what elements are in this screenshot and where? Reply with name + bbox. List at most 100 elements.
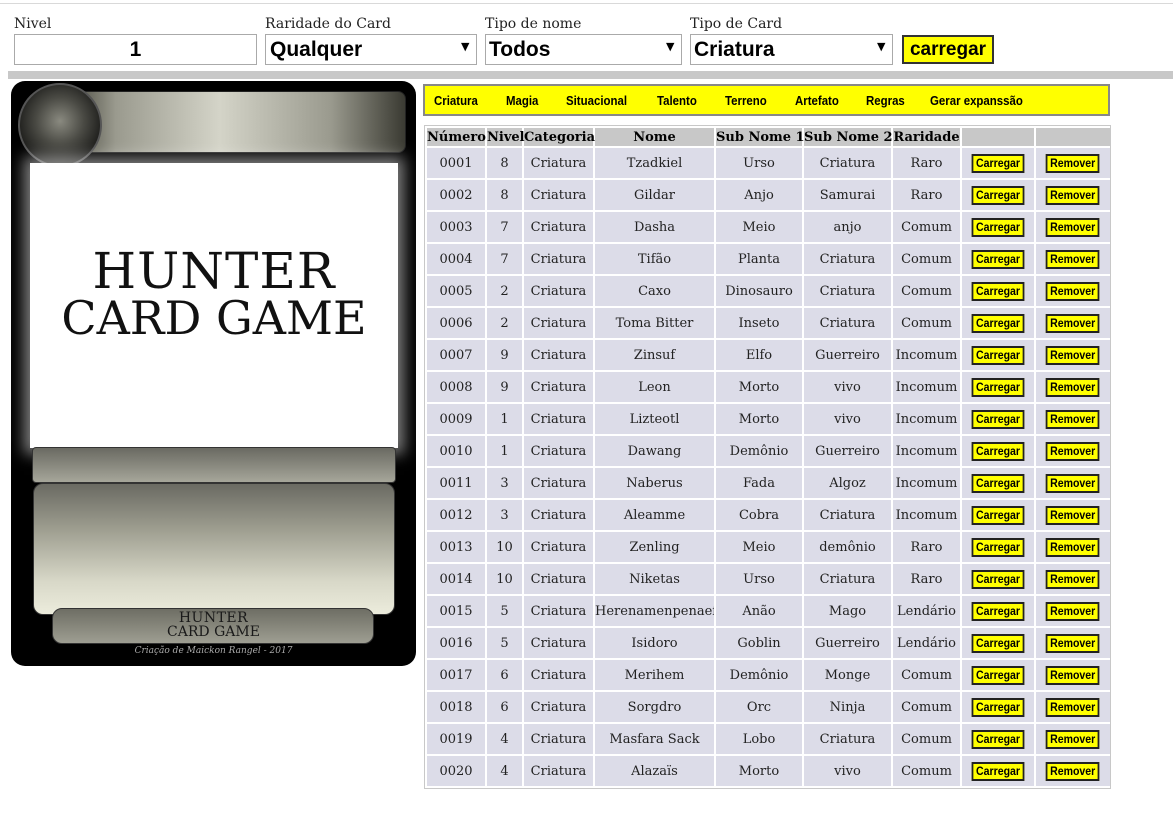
- nav-item-criatura[interactable]: Criatura: [434, 93, 478, 108]
- cell-numero: 0008: [427, 372, 485, 402]
- remover-row-button[interactable]: Remover: [1045, 281, 1100, 301]
- cell-nome: Gildar: [595, 180, 714, 210]
- cell-numero: 0003: [427, 212, 485, 242]
- carregar-row-button[interactable]: Carregar: [971, 313, 1025, 333]
- nav-item-magia[interactable]: Magia: [506, 93, 538, 108]
- carregar-row-button[interactable]: Carregar: [971, 473, 1025, 493]
- table-header-row: Número Nivel Categoria Nome Sub Nome 1 S…: [427, 128, 1110, 146]
- remover-row-button[interactable]: Remover: [1045, 377, 1100, 397]
- carregar-row-button[interactable]: Carregar: [971, 409, 1025, 429]
- nav-item-situacional[interactable]: Situacional: [566, 93, 627, 108]
- carregar-row-button[interactable]: Carregar: [971, 537, 1025, 557]
- remover-row-button[interactable]: Remover: [1045, 249, 1100, 269]
- col-header-sub-nome-2: Sub Nome 2: [804, 128, 893, 146]
- remover-row-button[interactable]: Remover: [1045, 217, 1100, 237]
- cell-nome: Niketas: [595, 564, 714, 594]
- carregar-row-button[interactable]: Carregar: [971, 281, 1025, 301]
- remover-row-button[interactable]: Remover: [1045, 345, 1100, 365]
- table-row: 0009 1 Criatura Lizteotl Morto vivo Incomum Car…: [427, 404, 1110, 434]
- cell-sub-nome-2: Criatura: [804, 500, 891, 530]
- carregar-row-button[interactable]: Carregar: [971, 153, 1025, 173]
- remover-row-button[interactable]: Remover: [1045, 185, 1100, 205]
- carregar-button[interactable]: carregar: [902, 35, 994, 64]
- raridade-select-value: Qualquer: [270, 38, 363, 61]
- cell-nivel: 9: [487, 340, 522, 370]
- remover-row-button[interactable]: Remover: [1045, 569, 1100, 589]
- carregar-row-button[interactable]: Carregar: [971, 633, 1025, 653]
- remover-row-button[interactable]: Remover: [1045, 409, 1100, 429]
- carregar-row-button[interactable]: Carregar: [971, 249, 1025, 269]
- cell-nome: Isidoro: [595, 628, 714, 658]
- remover-row-button[interactable]: Remover: [1045, 441, 1100, 461]
- table-row: 0008 9 Criatura Leon Morto vivo Incomum Carrega…: [427, 372, 1110, 402]
- carregar-row-button[interactable]: Carregar: [971, 377, 1025, 397]
- cell-remove: Remover: [1036, 308, 1110, 338]
- cell-nivel: 5: [487, 628, 522, 658]
- remover-row-button[interactable]: Remover: [1045, 665, 1100, 685]
- cell-categoria: Criatura: [524, 340, 593, 370]
- tipo-card-select-value: Criatura: [694, 38, 775, 61]
- carregar-row-button[interactable]: Carregar: [971, 441, 1025, 461]
- nivel-input[interactable]: 1: [14, 34, 257, 65]
- carregar-row-button[interactable]: Carregar: [971, 665, 1025, 685]
- col-header-categoria: Categoria: [524, 128, 596, 146]
- cell-load: Carregar: [962, 564, 1034, 594]
- cell-categoria: Criatura: [524, 500, 593, 530]
- remover-row-button[interactable]: Remover: [1045, 153, 1100, 173]
- remover-row-button[interactable]: Remover: [1045, 473, 1100, 493]
- carregar-row-button[interactable]: Carregar: [971, 185, 1025, 205]
- nav-item-talento[interactable]: Talento: [657, 93, 697, 108]
- carregar-row-button[interactable]: Carregar: [971, 217, 1025, 237]
- remover-row-button[interactable]: Remover: [1045, 697, 1100, 717]
- carregar-row-button[interactable]: Carregar: [971, 505, 1025, 525]
- cell-sub-nome-2: vivo: [804, 372, 891, 402]
- cell-nivel: 4: [487, 756, 522, 786]
- cell-nivel: 3: [487, 468, 522, 498]
- carregar-row-button[interactable]: Carregar: [971, 345, 1025, 365]
- cell-sub-nome-1: Lobo: [716, 724, 802, 754]
- remover-row-button[interactable]: Remover: [1045, 505, 1100, 525]
- cell-categoria: Criatura: [524, 308, 593, 338]
- chevron-down-icon: ▼: [877, 40, 886, 53]
- cell-categoria: Criatura: [524, 628, 593, 658]
- col-header-raridade: Raridade: [893, 128, 960, 146]
- cell-remove: Remover: [1036, 148, 1110, 178]
- cell-nivel: 7: [487, 244, 522, 274]
- cell-load: Carregar: [962, 404, 1034, 434]
- carregar-row-button[interactable]: Carregar: [971, 761, 1025, 781]
- remover-row-button[interactable]: Remover: [1045, 761, 1100, 781]
- carregar-row-button[interactable]: Carregar: [971, 601, 1025, 621]
- remover-row-button[interactable]: Remover: [1045, 313, 1100, 333]
- cell-nivel: 8: [487, 180, 522, 210]
- cell-remove: Remover: [1036, 276, 1110, 306]
- cell-sub-nome-1: Demônio: [716, 660, 802, 690]
- card-title-line1: HUNTER: [92, 242, 336, 300]
- carregar-row-button[interactable]: Carregar: [971, 697, 1025, 717]
- remover-row-button[interactable]: Remover: [1045, 537, 1100, 557]
- carregar-row-button[interactable]: Carregar: [971, 569, 1025, 589]
- remover-row-button[interactable]: Remover: [1045, 601, 1100, 621]
- cell-load: Carregar: [962, 276, 1034, 306]
- remover-row-button[interactable]: Remover: [1045, 729, 1100, 749]
- remover-row-button[interactable]: Remover: [1045, 633, 1100, 653]
- nav-item-terreno[interactable]: Terreno: [725, 93, 767, 108]
- table-row: 0004 7 Criatura Tifão Planta Criatura Comum Car…: [427, 244, 1110, 274]
- card-text-box: [33, 483, 395, 615]
- tipo-nome-label: Tipo de nome: [485, 16, 582, 32]
- cell-remove: Remover: [1036, 244, 1110, 274]
- cell-load: Carregar: [962, 372, 1034, 402]
- cell-remove: Remover: [1036, 628, 1110, 658]
- cell-nivel: 9: [487, 372, 522, 402]
- cell-nivel: 1: [487, 436, 522, 466]
- cell-sub-nome-1: Fada: [716, 468, 802, 498]
- nav-item-regras[interactable]: Regras: [866, 93, 905, 108]
- nav-item-gerar-expansao[interactable]: Gerar expanssão: [930, 93, 1023, 108]
- nav-item-artefato[interactable]: Artefato: [795, 93, 839, 108]
- cell-sub-nome-1: Morto: [716, 756, 802, 786]
- card-art: HUNTER CARD GAME: [30, 163, 398, 448]
- card-preview: HUNTER CARD GAME HUNTER CARD GAME Criaçã…: [11, 81, 416, 666]
- card-logo-line1: HUNTER: [178, 610, 249, 626]
- carregar-row-button[interactable]: Carregar: [971, 729, 1025, 749]
- card-title-line2: CARD GAME: [61, 291, 367, 345]
- raridade-label: Raridade do Card: [265, 16, 391, 32]
